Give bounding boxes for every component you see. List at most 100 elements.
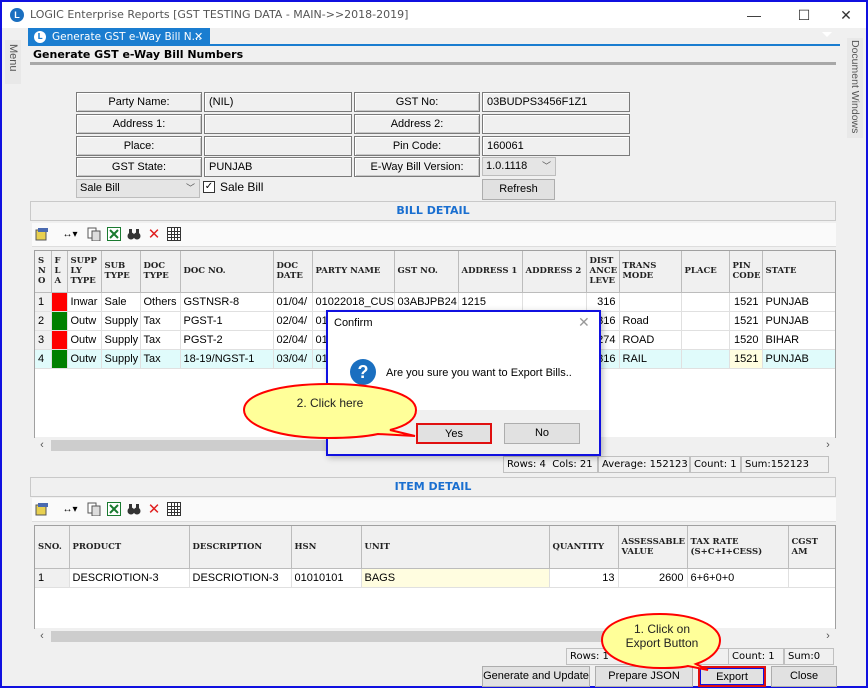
grid-layout-icon[interactable] — [166, 227, 182, 243]
bill-cell-sub[interactable]: Supply — [101, 311, 141, 331]
column-width-icon[interactable]: ↔▾ — [58, 227, 82, 243]
bill-cell-sno[interactable]: 4 — [35, 349, 52, 369]
dialog-close-icon[interactable]: ✕ — [578, 314, 590, 331]
document-windows-tab[interactable]: Document Windows — [847, 38, 863, 138]
bill-cell-sno[interactable]: 3 — [35, 330, 52, 350]
scroll-left-arrow-icon[interactable]: ‹ — [35, 437, 49, 453]
tab-generate-eway[interactable]: L Generate GST e-Way Bill N... ✕ — [28, 28, 210, 46]
bill-cell-mode[interactable] — [619, 292, 682, 312]
item-column-header[interactable]: HSN — [291, 526, 362, 569]
item-cell-sno[interactable]: 1 — [35, 568, 70, 588]
form-icon[interactable] — [34, 227, 50, 243]
status-flag-cell[interactable] — [51, 349, 68, 369]
bill-cell-doctype[interactable]: Tax — [140, 311, 181, 331]
bill-column-header[interactable]: DOC TYPE — [140, 251, 181, 293]
generate-update-button[interactable]: Generate and Update — [482, 666, 590, 687]
bill-column-header[interactable]: GST NO. — [394, 251, 459, 293]
sale-bill-checkbox[interactable]: ✓ — [203, 181, 215, 193]
refresh-button[interactable]: Refresh — [482, 179, 555, 200]
bill-column-header[interactable]: DOC DATE — [273, 251, 313, 293]
close-button[interactable]: Close — [771, 666, 837, 687]
bill-column-header[interactable]: DIST ANCE LEVE — [586, 251, 620, 293]
bill-cell-sno[interactable]: 1 — [35, 292, 52, 312]
delete-icon[interactable]: ✕ — [146, 502, 162, 518]
eway-version-select[interactable]: 1.0.1118 ﹀ — [482, 157, 556, 176]
bill-cell-doctype[interactable]: Tax — [140, 330, 181, 350]
status-flag-cell[interactable] — [51, 311, 68, 331]
bill-cell-mode[interactable]: Road — [619, 311, 682, 331]
item-cell-description[interactable]: DESCRIOTION-3 — [189, 568, 292, 588]
bill-cell-docno[interactable]: PGST-1 — [180, 311, 274, 331]
bill-cell-supply[interactable]: Outw — [67, 349, 102, 369]
minimize-button[interactable]: — — [732, 4, 776, 26]
bill-cell-docno[interactable]: 18-19/NGST-1 — [180, 349, 274, 369]
bill-cell-mode[interactable]: ROAD — [619, 330, 682, 350]
bill-column-header[interactable]: PARTY NAME — [312, 251, 395, 293]
status-flag-cell[interactable] — [51, 292, 68, 312]
bill-cell-state[interactable]: PUNJAB — [762, 349, 835, 369]
item-column-header[interactable]: CGST AM — [788, 526, 835, 569]
bill-cell-date[interactable]: 03/04/ — [273, 349, 313, 369]
bill-column-header[interactable]: SUB TYPE — [101, 251, 141, 293]
bill-cell-state[interactable]: PUNJAB — [762, 292, 835, 312]
item-column-header[interactable]: SNO. — [35, 526, 70, 569]
bill-cell-state[interactable]: BIHAR — [762, 330, 835, 350]
copy-icon[interactable] — [86, 502, 102, 518]
item-column-header[interactable]: QUANTITY — [549, 526, 619, 569]
bill-column-header[interactable]: F L A — [51, 251, 68, 293]
bill-cell-sub[interactable]: Supply — [101, 330, 141, 350]
form-icon[interactable] — [34, 502, 50, 518]
item-column-header[interactable]: PRODUCT — [69, 526, 190, 569]
tab-close-icon[interactable]: ✕ — [194, 28, 203, 46]
item-column-header[interactable]: DESCRIPTION — [189, 526, 292, 569]
bill-cell-addr2[interactable] — [522, 292, 587, 312]
column-width-icon[interactable]: ↔▾ — [58, 502, 82, 518]
item-cell-unit[interactable]: BAGS — [361, 568, 550, 588]
bill-cell-dist[interactable]: 316 — [586, 292, 620, 312]
item-cell-tax[interactable]: 6+6+0+0 — [687, 568, 789, 588]
maximize-button[interactable]: ☐ — [782, 4, 826, 26]
bill-table-row[interactable]: 1 Inwar Sale Others GSTNSR-8 01/04/01022018_C… — [35, 292, 835, 312]
scroll-right-arrow-icon[interactable]: › — [821, 628, 835, 644]
bill-column-header[interactable]: ADDRESS 2 — [522, 251, 587, 293]
bill-cell-doctype[interactable]: Others — [140, 292, 181, 312]
bill-column-header[interactable]: S N O — [35, 251, 52, 293]
delete-icon[interactable]: ✕ — [146, 227, 162, 243]
bill-cell-doctype[interactable]: Tax — [140, 349, 181, 369]
bill-cell-place[interactable] — [681, 311, 730, 331]
item-column-header[interactable]: ASSESSABLE VALUE — [618, 526, 688, 569]
dialog-yes-button[interactable]: Yes — [416, 423, 492, 444]
bill-column-header[interactable]: ADDRESS 1 — [458, 251, 523, 293]
bill-column-header[interactable]: PLACE — [681, 251, 730, 293]
status-flag-cell[interactable] — [51, 330, 68, 350]
bill-cell-supply[interactable]: Inwar — [67, 292, 102, 312]
bill-cell-sub[interactable]: Sale — [101, 292, 141, 312]
bill-column-header[interactable]: TRANS MODE — [619, 251, 682, 293]
bill-cell-mode[interactable]: RAIL — [619, 349, 682, 369]
bill-cell-pin[interactable]: 1521 — [729, 349, 763, 369]
bill-cell-party[interactable]: 01022018_CUS — [312, 292, 395, 312]
scroll-left-arrow-icon[interactable]: ‹ — [35, 628, 49, 644]
item-column-header[interactable]: TAX RATE (S+C+I+CESS) — [687, 526, 789, 569]
bill-cell-pin[interactable]: 1520 — [729, 330, 763, 350]
item-table-row[interactable]: 1 DESCRIOTION-3 DESCRIOTION-3 01010101 BAGS 1… — [35, 568, 835, 588]
find-binoculars-icon[interactable] — [126, 502, 142, 518]
bill-type-select[interactable]: Sale Bill ﹀ — [76, 179, 200, 198]
close-window-button[interactable]: ✕ — [824, 4, 868, 26]
bill-cell-sno[interactable]: 2 — [35, 311, 52, 331]
bill-cell-supply[interactable]: Outw — [67, 330, 102, 350]
bill-cell-docno[interactable]: GSTNSR-8 — [180, 292, 274, 312]
bill-cell-state[interactable]: PUNJAB — [762, 311, 835, 331]
item-cell-value[interactable]: 2600 — [618, 568, 688, 588]
bill-column-header[interactable]: PIN CODE — [729, 251, 763, 293]
item-column-header[interactable]: UNIT — [361, 526, 550, 569]
item-cell-cgst[interactable] — [788, 568, 835, 588]
bill-cell-place[interactable] — [681, 292, 730, 312]
item-cell-qty[interactable]: 13 — [549, 568, 619, 588]
bill-column-header[interactable]: STATE — [762, 251, 835, 293]
item-cell-hsn[interactable]: 01010101 — [291, 568, 362, 588]
excel-icon[interactable] — [106, 227, 122, 243]
item-cell-product[interactable]: DESCRIOTION-3 — [69, 568, 190, 588]
bill-cell-addr1[interactable]: 1215 — [458, 292, 523, 312]
bill-cell-docno[interactable]: PGST-2 — [180, 330, 274, 350]
